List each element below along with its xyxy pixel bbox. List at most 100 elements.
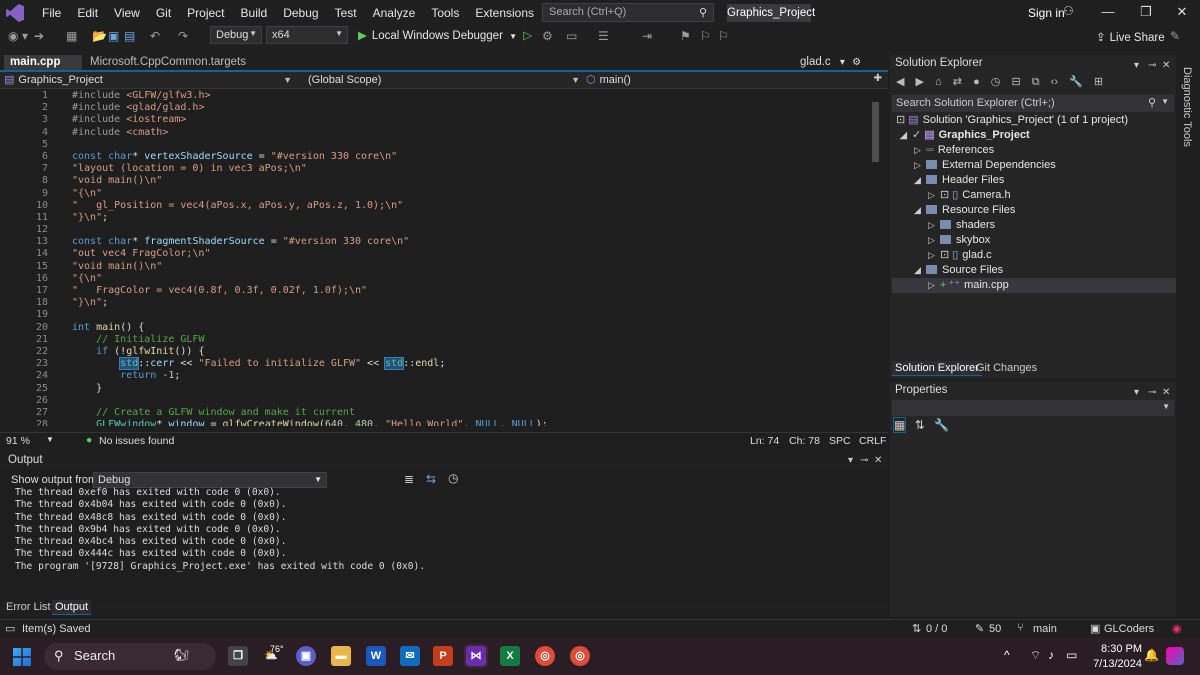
clear-all-icon[interactable]: ≣ bbox=[404, 472, 414, 486]
close-icon[interactable]: ✕ bbox=[1162, 57, 1170, 74]
pin-icon[interactable]: ⊸ bbox=[1148, 57, 1156, 74]
back-icon[interactable]: ◀ bbox=[896, 76, 904, 88]
account-icon[interactable]: ⚇ bbox=[1063, 4, 1074, 18]
scroll-thumb[interactable] bbox=[872, 102, 879, 162]
output-source-select[interactable]: Debug ▼ bbox=[93, 472, 327, 488]
close-icon[interactable]: ✕ bbox=[1172, 4, 1192, 20]
forward-icon[interactable]: ➔ bbox=[34, 29, 44, 43]
tree-references[interactable]: ▷ ▫▫ References bbox=[914, 143, 994, 158]
bookmark-icon[interactable]: ⚑ bbox=[680, 29, 691, 43]
whitespace-indicator[interactable]: SPC bbox=[829, 435, 851, 447]
bookmark-prev-icon[interactable]: ⚐ bbox=[700, 29, 711, 43]
menu-item-file[interactable]: File bbox=[34, 0, 69, 26]
branch-name[interactable]: main bbox=[1033, 623, 1057, 635]
properties-icon[interactable]: 🔧 bbox=[1069, 76, 1083, 88]
word-wrap-icon[interactable]: ⇆ bbox=[426, 472, 436, 486]
menu-item-build[interactable]: Build bbox=[233, 0, 276, 26]
copilot-icon[interactable] bbox=[1166, 647, 1184, 665]
tab-main-cpp[interactable]: main.cpp ⊸ ✕ bbox=[4, 55, 82, 83]
menu-item-analyze[interactable]: Analyze bbox=[365, 0, 424, 26]
start-without-debug-icon[interactable]: ▷ bbox=[523, 30, 532, 42]
categorized-icon[interactable]: ▦ bbox=[892, 417, 907, 433]
menu-item-view[interactable]: View bbox=[106, 0, 148, 26]
visual-studio-icon[interactable]: ⋈ bbox=[464, 644, 488, 668]
settings-icon[interactable]: ⚙ bbox=[852, 57, 861, 68]
tab-solution-explorer[interactable]: Solution Explorer bbox=[892, 361, 982, 376]
battery-icon[interactable]: ▭ bbox=[1066, 648, 1077, 662]
split-icon[interactable]: ✚ bbox=[874, 73, 882, 84]
search-input[interactable]: Search (Ctrl+Q) ⚲ bbox=[542, 3, 714, 22]
zoom-level[interactable]: 91 % bbox=[6, 435, 30, 447]
switch-views-icon[interactable]: ⇄ bbox=[953, 76, 962, 88]
nav-dropdown-icon[interactable]: ▾ bbox=[22, 29, 28, 43]
tree-source-files[interactable]: ◢ Source Files bbox=[914, 263, 1003, 278]
word-icon[interactable]: W bbox=[366, 646, 386, 666]
tree-project[interactable]: ◢ ✓ ▤ Graphics_Project bbox=[900, 128, 1030, 143]
menu-item-edit[interactable]: Edit bbox=[69, 0, 106, 26]
tree-external-deps[interactable]: ▷ External Dependencies bbox=[914, 158, 1056, 173]
undo-icon[interactable]: ↶ bbox=[150, 29, 160, 43]
show-all-files-icon[interactable]: ⧉ bbox=[1032, 76, 1040, 88]
bookmark-next-icon[interactable]: ⚐ bbox=[718, 29, 729, 43]
chrome-profile-icon[interactable]: ◎ bbox=[570, 646, 590, 666]
close-icon[interactable]: ✕ bbox=[874, 452, 882, 469]
tab-error-list[interactable]: Error List bbox=[6, 601, 51, 613]
layout-icon[interactable]: ▭ bbox=[566, 29, 577, 43]
output-scrollbar[interactable] bbox=[876, 490, 886, 585]
tree-glad-c[interactable]: ▷ ⊡ ▯ glad.c bbox=[928, 248, 992, 263]
chevron-down-icon[interactable]: ▼ bbox=[46, 435, 54, 444]
feedback-icon[interactable]: ✎ bbox=[1170, 29, 1180, 43]
notifications-bell-icon[interactable]: 🔔 bbox=[1144, 648, 1159, 662]
tray-overflow-icon[interactable]: ^ bbox=[1004, 648, 1010, 662]
pin-icon[interactable]: ⊸ bbox=[1148, 384, 1156, 401]
dropdown-icon[interactable]: ▾ bbox=[1134, 57, 1139, 74]
home-icon[interactable]: ⌂ bbox=[935, 76, 942, 88]
teams-chat-icon[interactable]: ▣ bbox=[296, 646, 316, 666]
powerpoint-icon[interactable]: P bbox=[433, 646, 453, 666]
comment-icon[interactable]: ☰ bbox=[598, 29, 609, 43]
volume-icon[interactable]: ♪ bbox=[1048, 648, 1054, 662]
repository-name[interactable]: GLCoders bbox=[1104, 623, 1154, 635]
tab-cppcommon-targets[interactable]: Microsoft.CppCommon.targets bbox=[84, 55, 252, 70]
line-indicator[interactable]: Ln: 74 bbox=[750, 435, 779, 447]
menu-item-extensions[interactable]: Extensions bbox=[467, 0, 542, 26]
tab-output[interactable]: Output bbox=[52, 600, 92, 615]
sync-icon[interactable]: ● bbox=[973, 76, 980, 88]
minimize-icon[interactable]: — bbox=[1098, 4, 1118, 19]
tree-camera-h[interactable]: ▷ ⊡ ▯ Camera.h bbox=[928, 188, 1011, 203]
save-all-icon[interactable]: ▤ bbox=[124, 29, 135, 43]
file-explorer-icon[interactable]: ▬ bbox=[331, 646, 351, 666]
tree-solution[interactable]: ⊡ ▤ Solution 'Graphics_Project' (1 of 1 pr… bbox=[896, 113, 1128, 128]
code-content[interactable]: #include <GLFW/glfw3.h> #include <glad/g… bbox=[72, 90, 548, 426]
forward-icon[interactable]: ▶ bbox=[916, 76, 924, 88]
column-indicator[interactable]: Ch: 78 bbox=[789, 435, 820, 447]
code-editor[interactable]: 1 2 3 4 5 6 7 8 9 10 11 12 13 14 15 16 17 18 19 20 21 22 23 24 2… bbox=[0, 90, 872, 426]
line-ending-indicator[interactable]: CRLF bbox=[859, 435, 886, 447]
menu-item-test[interactable]: Test bbox=[327, 0, 365, 26]
platform-select[interactable]: x64 ▼ bbox=[266, 26, 348, 44]
tab-git-changes[interactable]: Git Changes bbox=[976, 362, 1037, 374]
pending-changes-count[interactable]: 50 bbox=[989, 623, 1001, 635]
menu-item-debug[interactable]: Debug bbox=[275, 0, 326, 26]
redo-icon[interactable]: ↷ bbox=[178, 29, 188, 43]
tree-resource-files[interactable]: ◢ Resource Files bbox=[914, 203, 1015, 218]
taskbar-search[interactable]: ⚲ Search 🐿 bbox=[44, 643, 216, 670]
back-icon[interactable]: ◉ bbox=[8, 29, 18, 43]
alphabetical-icon[interactable]: ⇅ bbox=[915, 418, 925, 432]
property-pages-icon[interactable]: 🔧 bbox=[934, 418, 949, 432]
menu-item-tools[interactable]: Tools bbox=[423, 0, 467, 26]
dropdown-icon[interactable]: ▾ bbox=[848, 452, 853, 469]
history-icon[interactable]: ◷ bbox=[991, 76, 1001, 88]
build-icon[interactable]: ⚙ bbox=[542, 29, 553, 43]
member-nav-select[interactable]: ⬡ main() bbox=[586, 73, 870, 88]
tree-header-files[interactable]: ◢ Header Files bbox=[914, 173, 1004, 188]
code-view-icon[interactable]: ‹› bbox=[1051, 76, 1058, 88]
close-icon[interactable]: ✕ bbox=[1162, 384, 1170, 401]
tab-glad-c[interactable]: glad.c ▾ ⚙ bbox=[794, 55, 867, 70]
mail-icon[interactable]: ✉ bbox=[400, 646, 420, 666]
start-debugging-button[interactable]: ▶ Local Windows Debugger ▼ ▷ bbox=[358, 28, 532, 42]
diagnostic-tools-tab[interactable]: Diagnostic Tools bbox=[1178, 55, 1200, 617]
menu-item-git[interactable]: Git bbox=[148, 0, 179, 26]
configuration-select[interactable]: Debug ▼ bbox=[210, 26, 262, 44]
push-pull-counts[interactable]: 0 / 0 bbox=[926, 623, 947, 635]
